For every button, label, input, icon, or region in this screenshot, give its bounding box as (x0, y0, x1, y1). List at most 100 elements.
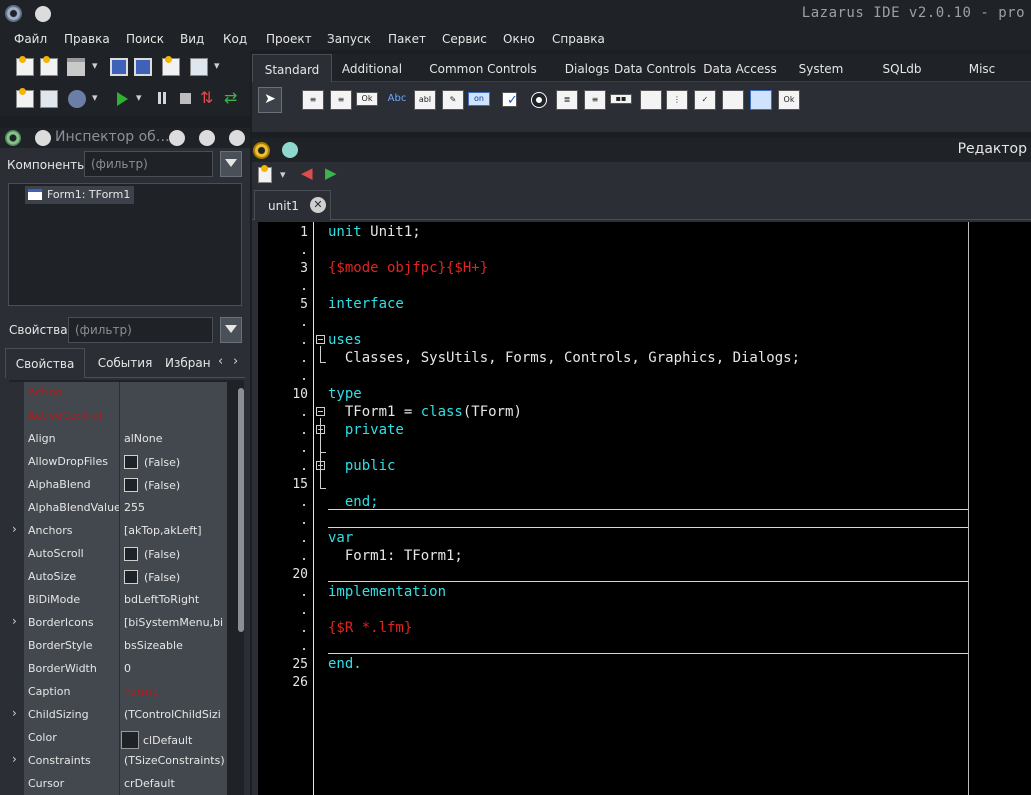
code-area[interactable]: 1 . 3 . 5 . . . . 10 . . . . 15 . . . . … (258, 222, 1031, 795)
tab-dialogs[interactable]: Dialogs (554, 54, 620, 82)
property-row[interactable]: BorderStyle bsSizeable (9, 635, 227, 658)
checkbox[interactable] (124, 478, 138, 492)
menu-tools[interactable]: Сервис (442, 32, 487, 46)
menu-package[interactable]: Пакет (388, 32, 426, 46)
pause-icon[interactable] (157, 90, 167, 108)
expand-chevron-icon[interactable]: › (9, 612, 24, 635)
radiogroup-icon[interactable]: ⋮ (666, 90, 688, 110)
step-over-arrows-icon[interactable]: ⇄ (224, 88, 242, 107)
tab-unit1[interactable]: unit1 ✕ (254, 190, 331, 220)
editor-gear-icon[interactable] (253, 142, 270, 159)
menu-project[interactable]: Проект (266, 32, 312, 46)
menu-code[interactable]: Код (223, 32, 247, 46)
close-icon[interactable]: ✕ (310, 197, 326, 213)
main-menu-icon[interactable]: ≡ (302, 90, 324, 110)
tab-additional[interactable]: Additional (332, 54, 412, 82)
tab-misc[interactable]: Misc (954, 54, 1010, 82)
editor-circle-button[interactable] (282, 142, 298, 158)
toggle-form-unit-icon[interactable] (162, 56, 180, 76)
tab-properties[interactable]: Свойства (5, 348, 85, 378)
panel-icon[interactable] (722, 90, 744, 110)
properties-filter-input[interactable]: (фильтр) (68, 317, 213, 343)
tree-item-form1[interactable]: Form1: TForm1 (25, 186, 135, 204)
open-dropdown-chevron-icon[interactable]: ▾ (92, 59, 102, 77)
property-row[interactable]: BorderWidth 0 (9, 658, 227, 681)
groupbox-icon[interactable] (640, 90, 662, 110)
menu-help[interactable]: Справка (552, 32, 605, 46)
window-circle-button[interactable] (35, 6, 51, 22)
inspector-circle-button[interactable] (35, 130, 51, 146)
menu-edit[interactable]: Правка (64, 32, 110, 46)
property-row[interactable]: Cursor crDefault (9, 773, 227, 795)
expand-chevron-icon[interactable]: › (9, 704, 24, 727)
checkgroup-icon[interactable]: ✓ (694, 90, 716, 110)
color-swatch[interactable] (121, 731, 139, 749)
jump-dropdown-chevron-icon[interactable]: ▾ (280, 168, 290, 186)
property-row[interactable]: AutoScroll (False) (9, 543, 227, 566)
menu-run[interactable]: Запуск (327, 32, 371, 46)
property-row[interactable]: › Anchors [akTop,akLeft] (9, 520, 227, 543)
inspector-close-button[interactable] (229, 130, 245, 146)
components-filter-input[interactable]: (фильтр) (84, 151, 213, 177)
pointer-arrow-icon[interactable]: ➤ (258, 87, 282, 113)
property-row[interactable]: Align alNone (9, 428, 227, 451)
inspector-minimize-button[interactable] (169, 130, 185, 146)
tab-standard[interactable]: Standard (252, 54, 332, 82)
toggle-box-icon[interactable]: on (468, 92, 490, 106)
tab-common-controls[interactable]: Common Controls (412, 54, 554, 82)
property-row[interactable]: › ChildSizing (TControlChildSizi (9, 704, 227, 727)
property-row[interactable]: › BorderIcons [biSystemMenu,bi (9, 612, 227, 635)
new-unit-icon[interactable] (16, 56, 34, 76)
property-row[interactable]: › Constraints (TSizeConstraints) (9, 750, 227, 773)
open-folder-icon[interactable] (67, 58, 85, 76)
build-gear-icon[interactable] (68, 90, 86, 108)
view-units-icon[interactable] (16, 88, 34, 108)
tab-sqldb[interactable]: SQLdb (870, 54, 934, 82)
menu-search[interactable]: Поиск (126, 32, 164, 46)
radio-button-icon[interactable] (532, 93, 546, 107)
inspector-maximize-button[interactable] (199, 130, 215, 146)
view-forms-icon[interactable] (190, 58, 208, 76)
property-row[interactable]: AlphaBlendValue 255 (9, 497, 227, 520)
property-row[interactable]: BiDiMode bdLeftToRight (9, 589, 227, 612)
expand-chevron-icon[interactable]: › (9, 520, 24, 543)
property-row[interactable]: AllowDropFiles (False) (9, 451, 227, 474)
step-into-arrows-icon[interactable]: ⇅ (200, 88, 218, 107)
run-play-icon[interactable] (117, 92, 128, 106)
fold-toggle-icon[interactable] (316, 407, 325, 416)
combobox-icon[interactable]: ≡ (584, 90, 606, 110)
new-form-icon[interactable] (40, 56, 58, 76)
view-forms-list-icon[interactable] (40, 90, 58, 108)
checkbox[interactable] (124, 570, 138, 584)
action-list-icon[interactable]: Ok (778, 90, 800, 110)
checkbox-component-icon[interactable] (502, 92, 518, 110)
run-dropdown-chevron-icon[interactable]: ▾ (136, 91, 146, 109)
tabs-left-chevron-icon[interactable]: ‹ (218, 354, 223, 369)
jump-list-icon[interactable] (258, 165, 272, 183)
view-dropdown-chevron-icon[interactable]: ▾ (214, 59, 224, 77)
menu-window[interactable]: Окно (503, 32, 535, 46)
stop-icon[interactable] (180, 93, 191, 104)
listbox-icon[interactable]: ≣ (556, 90, 578, 110)
popup-menu-icon[interactable]: ≡ (330, 90, 352, 110)
property-row[interactable]: AlphaBlend (False) (9, 474, 227, 497)
checkbox[interactable] (124, 455, 138, 469)
tabs-right-chevron-icon[interactable]: › (233, 354, 238, 369)
property-grid-scrollbar[interactable] (238, 388, 244, 632)
jump-back-arrow-icon[interactable]: ◀ (301, 164, 313, 182)
scrollbar-component-icon[interactable]: ▪▪ (610, 94, 632, 104)
tab-favorites[interactable]: Избран (165, 348, 225, 378)
label-component-icon[interactable]: Abc (386, 90, 408, 110)
frame-icon[interactable] (750, 90, 772, 110)
property-row[interactable]: Action (9, 382, 227, 405)
build-dropdown-chevron-icon[interactable]: ▾ (92, 91, 102, 109)
tab-data-access[interactable]: Data Access (702, 54, 778, 82)
components-filter-funnel-icon[interactable] (220, 151, 242, 177)
property-row[interactable]: Color clDefault (9, 727, 227, 750)
tab-system[interactable]: System (788, 54, 854, 82)
fold-toggle-icon[interactable] (316, 335, 325, 344)
inspector-gear-icon[interactable] (5, 130, 21, 146)
property-row[interactable]: ActiveControl (9, 405, 227, 428)
properties-filter-funnel-icon[interactable] (220, 317, 242, 343)
save-icon[interactable] (110, 58, 128, 76)
